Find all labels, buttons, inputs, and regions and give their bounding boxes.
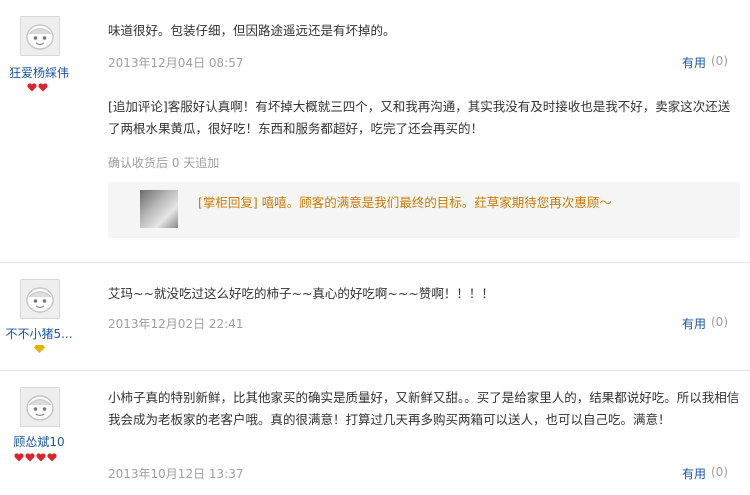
review-item: 顾怂斌10 小柿子真的特别新鲜，比其他家买的确实是质量好，又新鲜又甜。。买了是给…	[0, 371, 750, 495]
seller-avatar	[140, 190, 178, 228]
user-avatar[interactable]	[20, 279, 60, 319]
heart-badge-icon	[25, 453, 35, 462]
heart-badge-icon	[36, 453, 46, 462]
username-link[interactable]: 不不小猪5...	[0, 325, 87, 342]
followup-confirm: 确认收货后 0 天追加	[108, 156, 220, 170]
heart-badge-icon	[14, 453, 24, 462]
review-text: 小柿子真的特别新鲜，比其他家买的确实是质量好，又新鲜又甜。。买了是给家里人的，结…	[108, 390, 740, 427]
review-text: 艾玛~~就没吃过这么好吃的柿子~~真心的好吃啊~~~赞啊！！！！	[108, 286, 494, 301]
useful-count: (0)	[711, 315, 728, 329]
review-item: 不不小猪5... 艾玛~~就没吃过这么好吃的柿子~~真心的好吃啊~~~赞啊！！！…	[0, 263, 750, 370]
seller-reply-text: [掌柜回复] 嘻嘻。顾客的满意是我们最终的目标。荭草家期待您再次惠顾～	[198, 195, 612, 210]
useful-count: (0)	[711, 54, 728, 68]
heart-badge-icon	[47, 453, 57, 462]
username-link[interactable]: 狂爱杨綵伟	[0, 64, 87, 81]
followup-text: [追加评论]客服好认真啊！有坏掉大概就三四个，又和我再沟通，其实我没有及时接收也…	[108, 99, 731, 136]
username-link[interactable]: 顾怂斌10	[0, 433, 87, 450]
review-date: 2013年10月12日 13:37	[108, 467, 244, 481]
diamond-badge-icon	[34, 345, 45, 353]
useful-button[interactable]: 有用	[682, 465, 706, 482]
seller-reply: [掌柜回复] 嘻嘻。顾客的满意是我们最终的目标。荭草家期待您再次惠顾～	[108, 182, 740, 238]
credit-badge	[27, 83, 48, 93]
useful-count: (0)	[711, 465, 728, 479]
useful-button[interactable]: 有用	[682, 315, 706, 332]
default-avatar-icon	[21, 17, 59, 55]
heart-badge-icon	[38, 83, 48, 92]
review-date: 2013年12月02日 22:41	[108, 317, 244, 331]
user-avatar[interactable]	[20, 387, 60, 427]
credit-badge	[14, 453, 57, 463]
credit-badge	[34, 345, 45, 355]
heart-badge-icon	[27, 83, 37, 92]
review-date: 2013年12月04日 08:57	[108, 56, 244, 70]
review-item: 狂爱杨綵伟 味道很好。包装仔细，但因路途遥远还是有坏掉的。 2013年12月04…	[0, 0, 750, 262]
default-avatar-icon	[21, 388, 59, 426]
user-avatar[interactable]	[20, 16, 60, 56]
default-avatar-icon	[21, 280, 59, 318]
useful-button[interactable]: 有用	[682, 54, 706, 71]
review-text: 味道很好。包装仔细，但因路途遥远还是有坏掉的。	[108, 23, 396, 38]
